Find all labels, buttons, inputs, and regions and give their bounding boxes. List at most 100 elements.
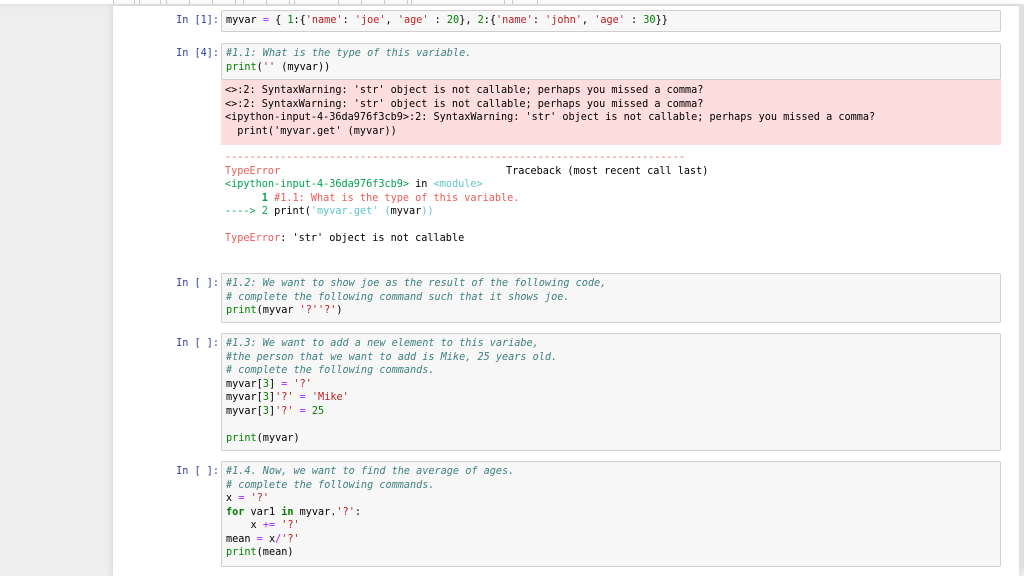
code-token: myvar[ <box>226 405 263 417</box>
code-token: , <box>385 15 398 26</box>
code-token: : <box>428 15 447 26</box>
code-line: print(myvar '?''?') <box>226 304 996 318</box>
code-token: }, <box>459 15 478 26</box>
code-token: var1 <box>244 506 282 518</box>
final-error-name: TypeError <box>225 233 281 244</box>
traceback-line-2: ----> 2 print('myvar.get' (myvar)) <box>225 205 997 219</box>
code-line: #1.3: We want to add a new element to th… <box>226 337 996 351</box>
input-prompt: In [1]: <box>176 15 219 26</box>
code-token: myvar[ <box>226 378 263 390</box>
code-token: # complete the following commands. <box>226 479 435 491</box>
code-token: '?' <box>275 392 294 403</box>
code-token: , <box>581 15 595 26</box>
input-prompt: In [ ]: <box>176 338 219 349</box>
in-word: in <box>409 179 434 190</box>
line-number: 1 <box>225 192 275 204</box>
code-token: myvar[ <box>226 392 263 403</box>
code-token: += <box>262 520 276 531</box>
code-token: 'Mike' <box>311 392 349 403</box>
code-token: { <box>268 15 288 26</box>
code-token: 'name' <box>496 15 533 26</box>
code-token: # complete the following command such th… <box>226 291 570 303</box>
code-line: for var1 in myvar.'?': <box>226 506 996 520</box>
code-token: 'age' <box>397 15 429 26</box>
code-line: x += '?' <box>226 519 996 533</box>
code-input[interactable]: myvar = { 1:{'name': 'joe', 'age' : 20},… <box>221 10 1001 32</box>
input-prompt: In [ ]: <box>176 466 219 477</box>
code-token: print <box>226 61 257 73</box>
code-line: mean = x/'?' <box>226 533 996 547</box>
line-arrow: ----> 2 <box>225 206 275 217</box>
code-line: myvar[3]'?' = 'Mike' <box>226 391 996 405</box>
line-code: )) <box>421 206 434 217</box>
traceback-header-line: TypeError Traceback (most recent call las… <box>225 165 997 179</box>
code-token: 'age' <box>594 15 625 26</box>
code-input[interactable]: #1.2: We want to show joe as the result … <box>221 273 1001 323</box>
code-line: # complete the following command such th… <box>226 291 996 305</box>
line-text: #1.1: What is the type of this variable. <box>274 192 520 204</box>
module-name: <module> <box>433 179 483 190</box>
source-file: <ipython-input-4-36da976f3cb9> <box>225 179 410 190</box>
code-line: # complete the following commands. <box>226 479 996 493</box>
code-line: print(myvar) <box>226 432 996 446</box>
code-line: #1.4. Now, we want to find the average o… <box>226 465 996 479</box>
code-token: '?' <box>250 493 269 504</box>
line-code: ( <box>378 206 391 217</box>
code-input[interactable]: #1.1: What is the type of this variable.… <box>221 43 1001 80</box>
code-line: myvar[3] = '?' <box>226 378 996 392</box>
code-token: :{ <box>293 15 306 26</box>
code-token: : <box>532 15 546 26</box>
stderr-output: <>:2: SyntaxWarning: 'str' object is not… <box>221 80 1001 145</box>
stderr-line: print('myvar.get' (myvar)) <box>225 125 397 137</box>
code-token: x <box>226 520 263 531</box>
code-token: 'name' <box>305 15 343 26</box>
code-token: #1.1: What is the type of this variable. <box>226 48 472 59</box>
code-token: 20 <box>446 15 460 26</box>
code-token: x <box>262 533 276 545</box>
code-token: 'john' <box>545 15 582 26</box>
stderr-line: <ipython-input-4-36da976f3cb9>:2: Syntax… <box>225 112 876 123</box>
code-input[interactable]: #1.3: We want to add a new element to th… <box>221 333 1001 451</box>
stderr-line: <>:2: SyntaxWarning: 'str' object is not… <box>225 98 704 110</box>
code-token: (myvar) <box>256 432 300 444</box>
code-token: ] <box>268 378 282 390</box>
code-line: myvar = { 1:{'name': 'joe', 'age' : 20},… <box>226 14 996 28</box>
code-token: myvar <box>226 15 263 26</box>
final-error: TypeError: 'str' object is not callable <box>225 232 997 246</box>
code-token: '?' <box>293 378 312 390</box>
line-code: myvar <box>390 206 422 217</box>
error-name: TypeError <box>225 165 281 177</box>
line-code: 'myvar.get' <box>310 206 379 217</box>
code-token: '?''?' <box>299 305 337 316</box>
traceback-location: <ipython-input-4-36da976f3cb9> in <modul… <box>225 178 997 192</box>
code-line: # complete the following commands. <box>226 364 996 378</box>
code-token: myvar. <box>293 506 337 518</box>
code-token: #1.3: We want to add a new element to th… <box>226 338 539 349</box>
stderr-line: <>:2: SyntaxWarning: 'str' object is not… <box>225 85 704 96</box>
notebook-container: In [1]: myvar = { 1:{'name': 'joe', 'age… <box>113 6 1019 576</box>
traceback-header: Traceback (most recent call last) <box>506 165 709 177</box>
code-token: : <box>342 15 355 26</box>
code-token: : <box>624 15 644 26</box>
code-token: (myvar <box>256 305 300 316</box>
code-token: mean <box>226 533 257 545</box>
code-input[interactable]: #1.4. Now, we want to find the average o… <box>221 461 1001 567</box>
code-token: x <box>226 493 239 504</box>
code-token: 25 <box>311 405 325 417</box>
code-token: print <box>226 432 257 444</box>
code-token: : <box>354 506 361 518</box>
code-line: print('' (myvar)) <box>226 61 996 75</box>
traceback-output: ----------------------------------------… <box>221 151 1001 246</box>
input-prompt: In [ ]: <box>176 278 219 289</box>
code-token: '?' <box>336 506 355 518</box>
code-token: '?' <box>281 533 300 545</box>
final-error-message: : 'str' object is not callable <box>280 233 465 244</box>
code-line: #the person that we want to add is Mike,… <box>226 351 996 365</box>
code-line: myvar[3]'?' = 25 <box>226 405 996 419</box>
scrollbar[interactable] <box>1019 6 1024 569</box>
code-token: #1.2: We want to show joe as the result … <box>226 278 607 289</box>
code-line: #1.2: We want to show joe as the result … <box>226 277 996 291</box>
code-token: in <box>281 506 294 518</box>
code-line: x = '?' <box>226 492 996 506</box>
